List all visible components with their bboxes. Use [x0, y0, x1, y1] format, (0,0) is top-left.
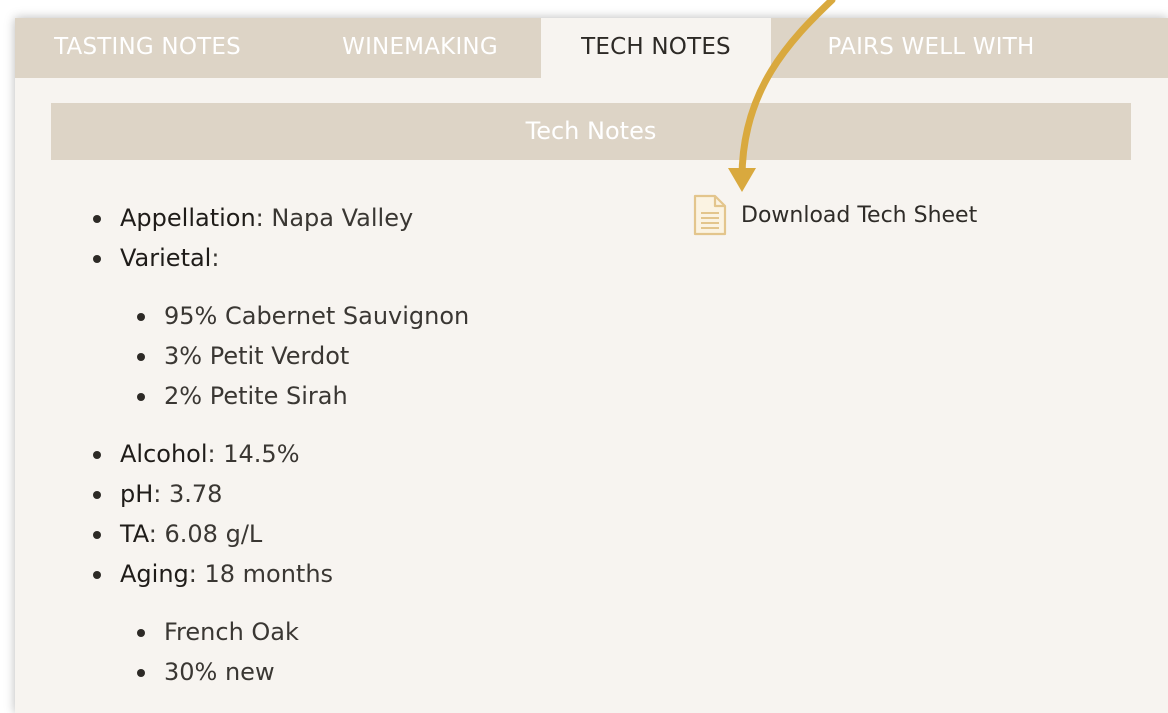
- list-item: 2% Petite Sirah: [137, 376, 469, 416]
- spec-key: TA: [120, 520, 149, 548]
- spec-alcohol: Alcohol: 14.5%: [93, 434, 469, 474]
- spec-value: 18 months: [204, 560, 334, 588]
- list-item: 95% Cabernet Sauvignon: [137, 296, 469, 336]
- spec-key: Alcohol: [120, 440, 208, 468]
- tab-bar: TASTING NOTES WINEMAKING TECH NOTES PAIR…: [15, 18, 1168, 78]
- varietal-sublist-wrapper: 95% Cabernet Sauvignon 3% Petit Verdot 2…: [93, 278, 469, 434]
- spec-appellation: Appellation: Napa Valley: [93, 198, 469, 238]
- spec-aging: Aging: 18 months: [93, 554, 469, 594]
- spec-key: Aging: [120, 560, 189, 588]
- aging-sublist-wrapper: French Oak 30% new: [93, 594, 469, 692]
- spec-value: 6.08 g/L: [164, 520, 263, 548]
- wine-details-panel: TASTING NOTES WINEMAKING TECH NOTES PAIR…: [15, 18, 1168, 713]
- spec-varietal: Varietal:: [93, 238, 469, 278]
- screenshot-frame: TASTING NOTES WINEMAKING TECH NOTES PAIR…: [0, 0, 1168, 713]
- varietal-sublist: 95% Cabernet Sauvignon 3% Petit Verdot 2…: [137, 296, 469, 416]
- spec-ph: pH: 3.78: [93, 474, 469, 514]
- tab-tech-notes[interactable]: TECH NOTES: [541, 18, 771, 78]
- spec-key: Appellation: [120, 204, 256, 232]
- download-tech-sheet-link[interactable]: Download Tech Sheet: [693, 194, 977, 236]
- spec-ta: TA: 6.08 g/L: [93, 514, 469, 554]
- list-item: 3% Petit Verdot: [137, 336, 469, 376]
- download-tech-sheet-label: Download Tech Sheet: [741, 202, 978, 228]
- document-icon: [693, 194, 727, 236]
- section-title: Tech Notes: [51, 103, 1131, 160]
- spec-value: 3.78: [169, 480, 223, 508]
- tab-pairs-well-with[interactable]: PAIRS WELL WITH: [795, 18, 1067, 78]
- spec-value: Napa Valley: [271, 204, 414, 232]
- list-item: French Oak: [137, 612, 469, 652]
- tech-specs-list: Appellation: Napa Valley Varietal: 95% C…: [93, 198, 469, 692]
- spec-key: Varietal: [120, 244, 212, 272]
- spec-key: pH: [120, 480, 154, 508]
- tab-tasting-notes[interactable]: TASTING NOTES: [15, 18, 280, 78]
- aging-sublist: French Oak 30% new: [137, 612, 469, 692]
- spec-value: 14.5%: [223, 440, 300, 468]
- tab-winemaking[interactable]: WINEMAKING: [309, 18, 531, 78]
- list-item: 30% new: [137, 652, 469, 692]
